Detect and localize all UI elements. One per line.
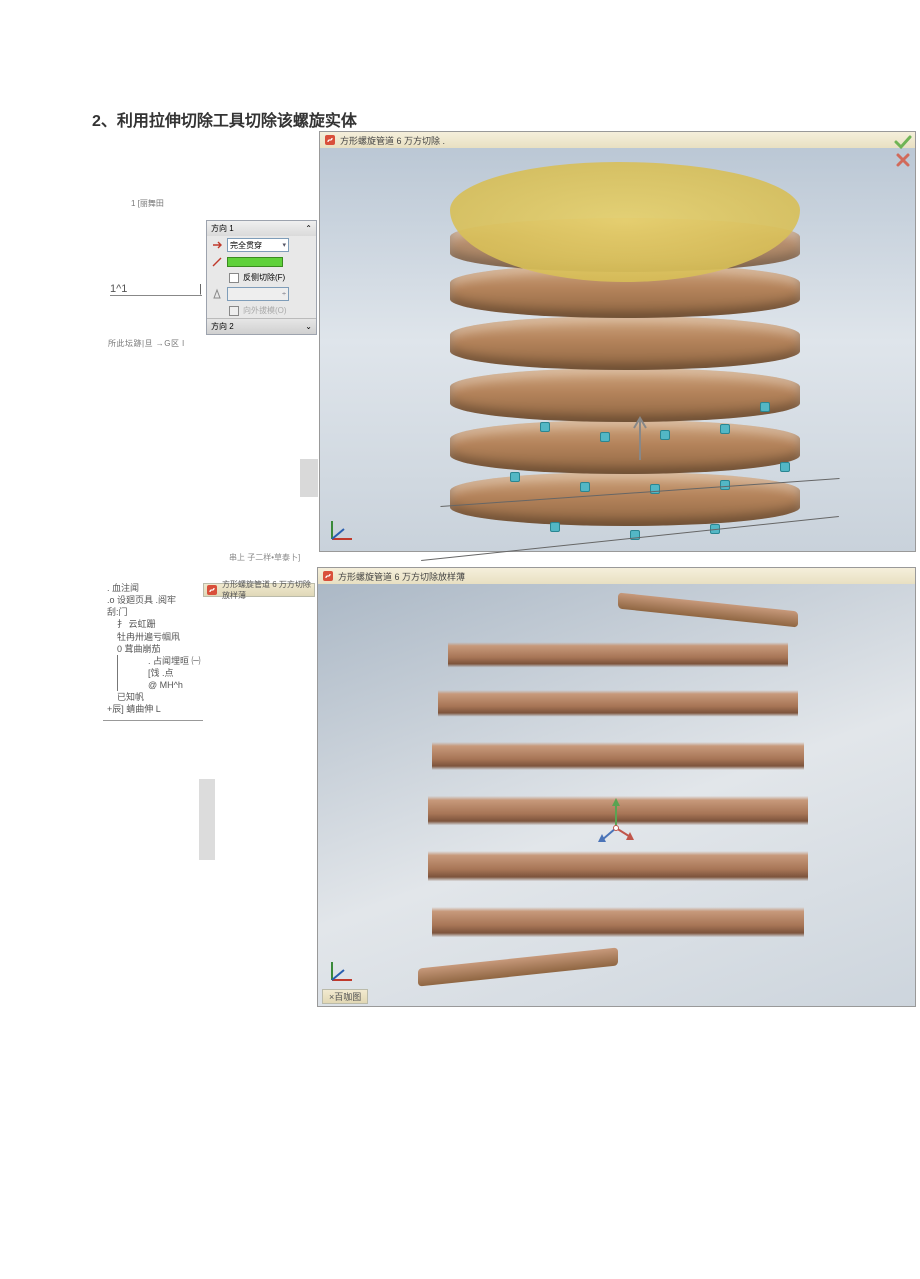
flip-side-checkbox[interactable] [229, 273, 239, 283]
draft-outward-label: 向外拔模(O) [243, 305, 287, 316]
collapse-icon[interactable]: ⌃ [305, 224, 312, 233]
pp-footer[interactable]: 方向 2 ⌄ [207, 318, 316, 334]
tree-item[interactable]: 已知帆 [103, 691, 203, 703]
spinner-icon[interactable]: ÷ [282, 291, 286, 298]
cad-viewport-1[interactable]: 方形螺旋管道 6 万方切除 . [319, 131, 916, 552]
left-input-suffix: | [199, 283, 202, 295]
draft-field: ÷ [227, 287, 289, 301]
cancel-icon[interactable] [893, 152, 913, 168]
tree-item[interactable]: 0 茸曲崩茄 [103, 643, 203, 655]
origin-triad-icon[interactable] [598, 798, 634, 842]
view-triad-icon[interactable] [326, 515, 356, 545]
pp-footer-label: 方向 2 [211, 321, 234, 332]
pp-header[interactable]: 方向 1 ⌃ [207, 221, 316, 236]
color-swatch[interactable] [227, 257, 283, 267]
helix-solid-preview [450, 172, 800, 532]
grey-bar-2 [199, 779, 215, 860]
viewport1-titlebar: 方形螺旋管道 6 万方切除 . [320, 132, 915, 148]
panel2-title: 方形螺旋管道 6 万方切除放样薄 [222, 579, 312, 601]
pp-header-label: 方向 1 [211, 223, 234, 234]
viewport2-title: 方形螺旋管道 6 万方切除放样薄 [338, 570, 465, 583]
ok-icon[interactable] [893, 134, 913, 150]
property-panel: 方向 1 ⌃ 完全贯穿 ▾ 反侧切除(F) ÷ 向外拔模(O) 方向 2 [206, 220, 317, 335]
view-triad-icon[interactable] [326, 956, 356, 986]
solidworks-icon [322, 570, 334, 582]
tree-item[interactable]: 刮:门 [103, 606, 203, 618]
left-input-prefix: 1^1 [110, 283, 127, 295]
grey-bar-1 [300, 459, 318, 497]
left-input-line: 1^1 | [110, 282, 202, 296]
flip-side-label: 反侧切除(F) [243, 272, 285, 283]
dropdown-value: 完全贯穿 [230, 240, 262, 251]
tree-item[interactable]: . 占闻埋晅 ㈠ [124, 655, 203, 667]
draft-icon[interactable] [211, 288, 223, 300]
cad-viewport-2[interactable]: 方形螺旋管道 6 万方切除放样薄 ×百咖图 [317, 567, 916, 1007]
direction-arrow-icon [630, 412, 650, 462]
left-label-2: 所此坛跡|旦 →G区 l [108, 338, 185, 349]
tree-item[interactable]: .o 设廻页具 .阅牢 [103, 594, 203, 606]
confirm-corner [877, 134, 913, 170]
reverse-direction-icon[interactable] [211, 239, 223, 251]
left-label-1: 1 [丽舞田 [131, 198, 164, 209]
swatch-icon [211, 256, 223, 268]
tree-item[interactable]: +辰] 蜻曲伸 L [103, 703, 203, 715]
feature-tree[interactable]: . 血注闻.o 设廻页具 .阅牢刮:门扌 云虹跚牡冉卅遍亏帼凧0 茸曲崩茄. 占… [103, 582, 203, 721]
tree-item[interactable]: 扌 云虹跚 [103, 618, 203, 630]
tree-item[interactable]: . 血注闻 [103, 582, 203, 594]
viewport1-title: 方形螺旋管道 6 万方切除 . [340, 134, 445, 147]
caption-1: 串上 子二样•草泰卜] [229, 552, 300, 563]
viewport2-tab[interactable]: ×百咖图 [322, 989, 368, 1004]
tree-item[interactable]: 牡冉卅遍亏帼凧 [103, 631, 203, 643]
tree-item[interactable]: @ MH^h [124, 679, 203, 691]
tree-separator [103, 720, 203, 721]
draft-outward-checkbox [229, 306, 239, 316]
step-heading: 2、利用拉伸切除工具切除该螺旋实体 [92, 107, 357, 131]
caret-down-icon: ▾ [282, 241, 286, 249]
solidworks-icon [206, 584, 218, 596]
tree-item[interactable]: [饯 .点 [124, 667, 203, 679]
solidworks-icon [324, 134, 336, 146]
viewport2-titlebar: 方形螺旋管道 6 万方切除放样薄 [318, 568, 915, 584]
end-condition-dropdown[interactable]: 完全贯穿 ▾ [227, 238, 289, 252]
expand-icon[interactable]: ⌄ [305, 322, 312, 331]
panel2-titlebar: 方形螺旋管道 6 万方切除放样薄 [203, 583, 315, 597]
helical-ribbon [428, 608, 808, 978]
